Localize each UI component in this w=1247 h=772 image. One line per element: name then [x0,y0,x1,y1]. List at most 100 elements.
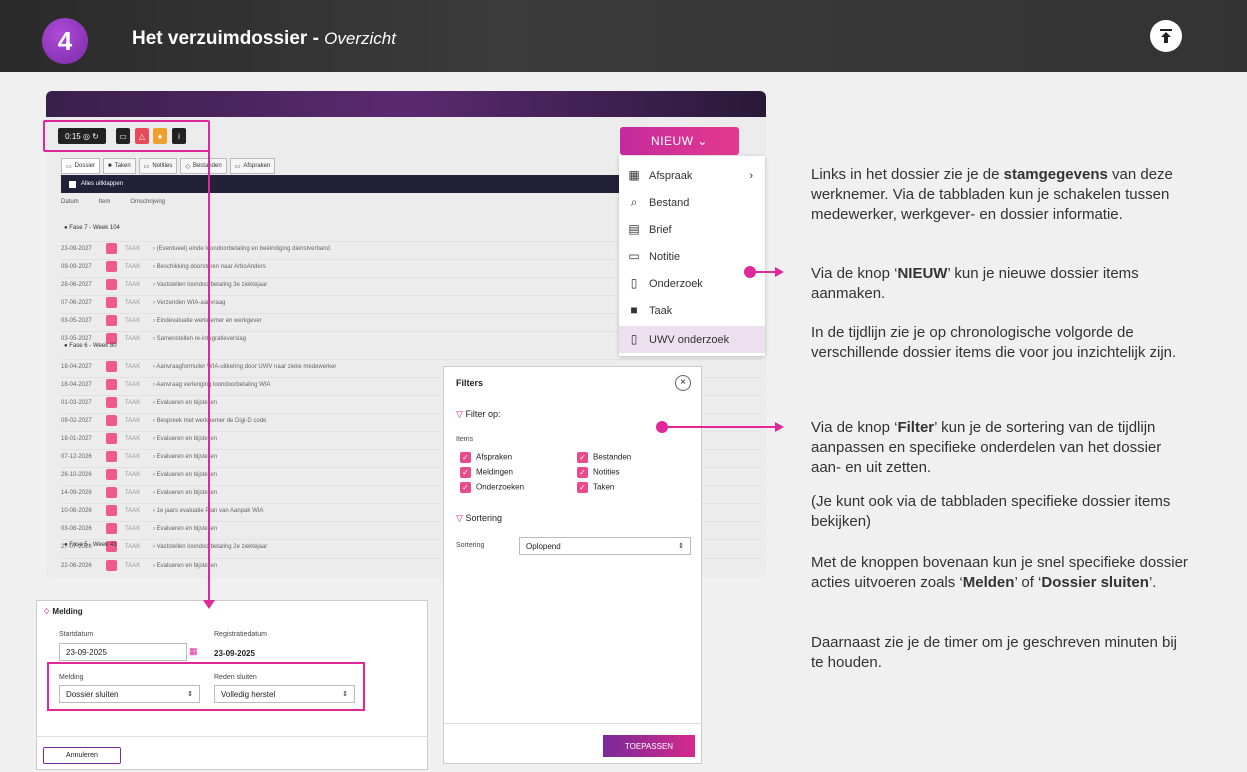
page-title: Het verzuimdossier - Overzicht [132,28,396,49]
row-description: › Verzenden WIA-aanvraag [153,299,226,306]
tab-taken[interactable]: ■ Taken [103,158,136,174]
melding-title: ♢ Melding [43,607,83,616]
checkbox-notities[interactable]: ✓ Notities [577,467,620,478]
reden-select[interactable]: Volledig herstel ⇕ [214,685,355,703]
menu-item-bestand[interactable]: ⌕ Bestand [619,189,765,216]
row-type: TAAK [125,417,141,424]
menu-item-afspraak[interactable]: ▦ Afspraak › [619,162,765,189]
items-label: Items [456,436,474,443]
text-acties: Met de knoppen bovenaan kun je snel spec… [811,554,1188,591]
checkbox-bestanden[interactable]: ✓ Bestanden [577,452,631,463]
paperclip-icon: ⌕ [630,195,638,209]
comment-icon: ▭ [628,249,640,263]
apply-button[interactable]: TOEPASSEN [603,735,695,757]
task-icon: ■ [630,303,638,317]
tab-bestanden[interactable]: ◇ Bestanden [180,158,227,174]
step-number: 4 [42,18,88,64]
task-icon [106,279,117,290]
task-icon [106,397,117,408]
row-description: › (Eventueel) einde loondoorbetaling en … [153,245,330,252]
app-header [46,91,766,117]
task-icon [106,415,117,426]
callout-line [750,271,776,273]
checkbox-afspraken[interactable]: ✓ Afspraken [460,452,512,463]
text-timer: Daarnaast zie je de timer om je geschrev… [811,634,1178,671]
task-icon [106,469,117,480]
close-icon[interactable]: × [675,375,691,391]
text-filter: Via de knop ‘Filter’ kun je de sortering… [811,419,1162,476]
callout-line [662,426,776,428]
upload-icon[interactable] [1150,20,1182,52]
checkbox-meldingen[interactable]: ✓ Meldingen [460,467,513,478]
checkbox-onderzoeken[interactable]: ✓ Onderzoeken [460,482,524,493]
sortering-select[interactable]: Oplopend ⇕ [519,537,691,555]
tab-bar: ▭ Dossier ■ Taken ▭ Notities ◇ Bestanden… [61,158,276,174]
menu-item-uwv-onderzoek[interactable]: ▯ UWV onderzoek [619,326,765,353]
task-icon [106,243,117,254]
phase-label: ● Fase 5 - Week 43 [64,542,117,548]
row-type: TAAK [125,453,141,460]
calendar-icon[interactable]: ▦ [189,646,198,657]
row-type: TAAK [125,363,141,370]
divider [444,723,701,724]
nieuw-button[interactable]: NIEUW ⌄ [620,127,739,155]
nieuw-menu: ▦ Afspraak › ⌕ Bestand ▤ Brief ▭ Notitie ▯ Ond… [619,156,765,356]
document-icon: ▤ [628,222,640,236]
menu-item-brief[interactable]: ▤ Brief [619,216,765,243]
row-date: 01-03-2027 [61,399,92,406]
registratiedatum-label: Registratiedatum [214,631,267,638]
filter-title: Filters [456,378,484,388]
row-type: TAAK [125,335,141,342]
text-tijdlijn: In de tijdlijn zie je op chronologische … [811,324,1177,361]
row-date: 18-04-2027 [61,363,92,370]
tab-afspraken[interactable]: ▭ Afspraken [229,158,276,174]
task-icon [106,361,117,372]
row-type: TAAK [125,489,141,496]
row-date: 09-09-2027 [61,263,92,270]
row-date: 28-06-2027 [61,281,92,288]
row-description: › Vaststellen loondoorbetaling 3e ziekte… [153,281,268,288]
file-edit-icon: ▯ [630,332,638,346]
row-type: TAAK [125,507,141,514]
melding-dialog: ♢ Melding Startdatum 23-09-2025 ▦ Regist… [36,600,428,770]
menu-item-taak[interactable]: ■ Taak [619,297,765,324]
row-date: 22-06-2026 [61,562,92,569]
task-icon [106,451,117,462]
text-stamgegevens: Links in het dossier zie je de stamgegev… [811,166,1173,223]
row-type: TAAK [125,525,141,532]
task-icon [106,487,117,498]
row-date: 07-06-2027 [61,299,92,306]
startdatum-input[interactable]: 23-09-2025 [59,643,187,661]
task-icon [106,315,117,326]
task-icon [106,560,117,571]
registratiedatum-value: 23-09-2025 [214,649,255,658]
checkbox-taken[interactable]: ✓ Taken [577,482,614,493]
tab-notities[interactable]: ▭ Notities [138,158,178,174]
menu-item-onderzoek[interactable]: ▯ Onderzoek [619,270,765,297]
row-type: TAAK [125,562,141,569]
menu-item-notitie[interactable]: ▭ Notitie [619,243,765,270]
phase-label: ● Fase 6 - Week 80 [64,343,117,349]
text-tabbladen: (Je kunt ook via de tabbladen specifieke… [811,493,1171,530]
melding-select[interactable]: Dossier sluiten ⇕ [59,685,200,703]
annuleren-button[interactable]: Annuleren [43,747,121,764]
text-nieuw: Via de knop ‘NIEUW’ kun je nieuwe dossie… [811,265,1139,302]
row-date: 03-05-2027 [61,317,92,324]
divider [37,736,427,737]
task-icon [106,379,117,390]
row-date: 26-10-2026 [61,471,92,478]
quick-actions-highlight [43,120,210,152]
row-type: TAAK [125,435,141,442]
row-type: TAAK [125,543,141,550]
task-icon [106,433,117,444]
tab-dossier[interactable]: ▭ Dossier [61,158,101,174]
callout-arrow [775,267,784,277]
row-type: TAAK [125,299,141,306]
row-type: TAAK [125,317,141,324]
row-type: TAAK [125,399,141,406]
row-type: TAAK [125,471,141,478]
row-date: 10-08-2026 [61,507,92,514]
sortering-heading: ▽ Sortering [456,513,502,523]
row-date: 18-01-2027 [61,435,92,442]
melding-label: Melding [59,674,84,681]
